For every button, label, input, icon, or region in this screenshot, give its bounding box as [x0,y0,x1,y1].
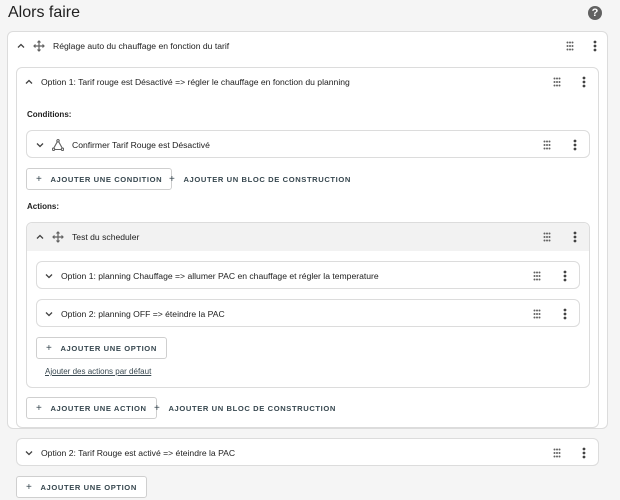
chevron-down-icon[interactable] [45,272,53,280]
scheduler-option-2-row[interactable]: Option 2: planning OFF => éteindre la PA… [37,300,579,328]
more-vert-icon[interactable] [573,139,577,151]
scheduler-option-2-card: Option 2: planning OFF => éteindre la PA… [36,299,580,327]
option-1-title: Option 1: Tarif rouge est Désactivé => r… [41,77,350,87]
add-condition-button[interactable]: + AJOUTER UNE CONDITION [26,168,173,190]
scheduler-option-1-row[interactable]: Option 1: planning Chauffage => allumer … [37,262,579,290]
choose-action-header[interactable]: Réglage auto du chauffage en fonction du… [8,32,607,60]
conditions-label: Conditions: [27,110,72,119]
chevron-up-icon[interactable] [25,78,33,86]
chevron-down-icon[interactable] [45,310,53,318]
help-icon[interactable]: ? [588,6,602,20]
add-option-label: AJOUTER UNE OPTION [60,343,157,353]
arrows-move-icon [33,40,45,52]
condition-triangle-icon [52,139,64,151]
drag-grip-icon[interactable] [533,309,541,319]
plus-icon: + [169,173,176,185]
drag-grip-icon[interactable] [553,77,561,87]
drag-grip-icon[interactable] [543,232,551,242]
chevron-down-icon[interactable] [36,141,44,149]
scheduler-title: Test du scheduler [72,232,140,242]
condition-title: Confirmer Tarif Rouge est Désactivé [72,140,210,150]
option-1-header[interactable]: Option 1: Tarif rouge est Désactivé => r… [17,68,598,96]
more-vert-icon[interactable] [573,231,577,243]
choose-action-title: Réglage auto du chauffage en fonction du… [53,41,230,51]
more-vert-icon[interactable] [582,76,586,88]
add-building-block-button[interactable]: + AJOUTER UN BLOC DE CONSTRUCTION [150,397,340,419]
plus-icon: + [36,173,43,185]
actions-label: Actions: [27,202,59,211]
add-building-block-label: AJOUTER UN BLOC DE CONSTRUCTION [168,403,336,413]
plus-icon: + [46,342,53,354]
more-vert-icon[interactable] [593,40,597,52]
add-option-button[interactable]: + AJOUTER UNE OPTION [36,337,167,359]
drag-grip-icon[interactable] [533,271,541,281]
plus-icon: + [154,402,161,414]
more-vert-icon[interactable] [582,447,586,459]
add-building-block-label: AJOUTER UN BLOC DE CONSTRUCTION [183,174,351,184]
scheduler-header[interactable]: Test du scheduler [27,223,589,251]
condition-row[interactable]: Confirmer Tarif Rouge est Désactivé [27,131,589,159]
add-condition-label: AJOUTER UNE CONDITION [50,174,163,184]
add-default-actions-link[interactable]: Ajouter des actions par défaut [45,367,151,376]
drag-grip-icon[interactable] [543,140,551,150]
chevron-up-icon[interactable] [17,42,25,50]
arrows-move-icon [52,231,64,243]
add-action-label: AJOUTER UNE ACTION [50,403,147,413]
drag-grip-icon[interactable] [553,448,561,458]
add-building-block-button[interactable]: + AJOUTER UN BLOC DE CONSTRUCTION [165,168,355,190]
plus-icon: + [26,481,33,493]
scheduler-option-1-title: Option 1: planning Chauffage => allumer … [61,271,379,281]
chevron-up-icon[interactable] [36,233,44,241]
chevron-down-icon[interactable] [25,449,33,457]
option-2-header[interactable]: Option 2: Tarif Rouge est activé => étei… [17,439,598,467]
more-vert-icon[interactable] [563,308,567,320]
option-2-title: Option 2: Tarif Rouge est activé => étei… [41,448,236,458]
scheduler-option-2-title: Option 2: planning OFF => éteindre la PA… [61,309,225,319]
more-vert-icon[interactable] [563,270,567,282]
scheduler-option-1-card: Option 1: planning Chauffage => allumer … [36,261,580,289]
add-option-button[interactable]: + AJOUTER UNE OPTION [16,476,147,498]
condition-card: Confirmer Tarif Rouge est Désactivé [26,130,590,158]
add-option-label: AJOUTER UNE OPTION [40,482,137,492]
add-action-button[interactable]: + AJOUTER UNE ACTION [26,397,157,419]
option-2-card: Option 2: Tarif Rouge est activé => étei… [16,438,599,466]
section-title: Alors faire [8,4,81,21]
drag-grip-icon[interactable] [566,41,574,51]
plus-icon: + [36,402,43,414]
